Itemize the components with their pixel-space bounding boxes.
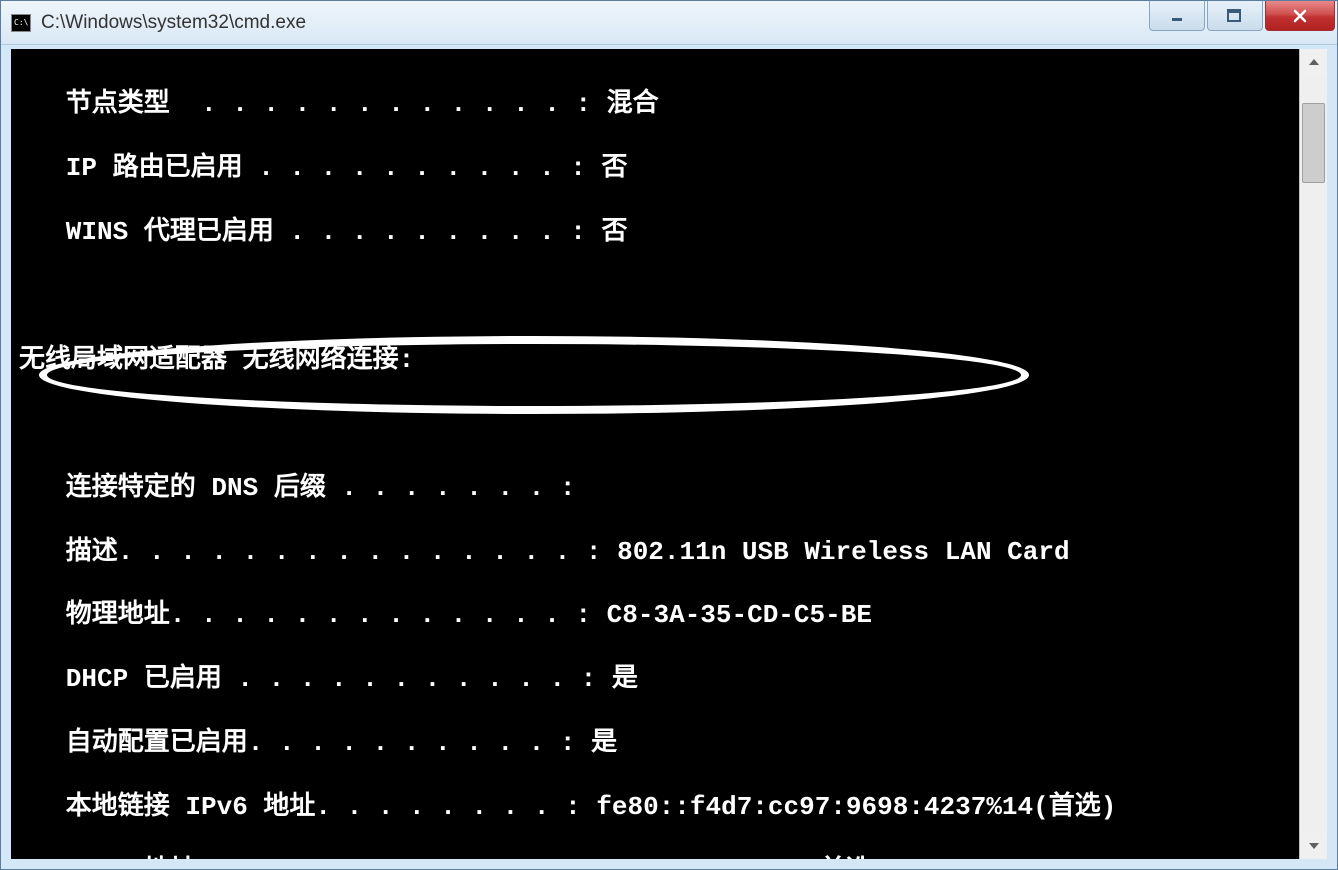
console-output[interactable]: 节点类型 . . . . . . . . . . . . : 混合 IP 路由已… [11,49,1299,859]
minimize-icon [1170,9,1184,23]
output-line [19,409,1295,441]
chevron-up-icon [1308,57,1320,67]
output-line: IPv4 地址 . . . . . . . . . . . . : 10.9.2… [19,856,1295,859]
scroll-track[interactable] [1300,75,1327,833]
close-button[interactable] [1265,1,1335,31]
titlebar[interactable]: C:\Windows\system32\cmd.exe [1,1,1337,45]
output-line: DHCP 已启用 . . . . . . . . . . . : 是 [19,664,1295,696]
output-line [19,281,1295,313]
scroll-down-button[interactable] [1300,833,1327,859]
adapter-header: 无线局域网适配器 无线网络连接: [19,345,1295,377]
output-line: WINS 代理已启用 . . . . . . . . . : 否 [19,217,1295,249]
scroll-thumb[interactable] [1302,103,1325,183]
console-area: 节点类型 . . . . . . . . . . . . : 混合 IP 路由已… [11,49,1327,859]
scroll-up-button[interactable] [1300,49,1327,75]
vertical-scrollbar[interactable] [1299,49,1327,859]
output-line: 连接特定的 DNS 后缀 . . . . . . . : [19,473,1295,505]
cmd-icon [11,14,31,32]
window-title: C:\Windows\system32\cmd.exe [41,12,306,34]
minimize-button[interactable] [1149,1,1205,31]
output-line: 描述. . . . . . . . . . . . . . . : 802.11… [19,537,1295,569]
window-controls [1149,1,1335,31]
output-line: 节点类型 . . . . . . . . . . . . : 混合 [19,89,1295,121]
maximize-icon [1227,9,1243,23]
cmd-window: C:\Windows\system32\cmd.exe 节点类型 . [0,0,1338,870]
maximize-button[interactable] [1207,1,1263,31]
close-icon [1292,9,1308,23]
output-line: 自动配置已启用. . . . . . . . . . : 是 [19,728,1295,760]
output-line-physical-addr: 物理地址. . . . . . . . . . . . . : C8-3A-35… [19,600,1295,632]
output-line: 本地链接 IPv6 地址. . . . . . . . : fe80::f4d7… [19,792,1295,824]
chevron-down-icon [1308,841,1320,851]
output-line: IP 路由已启用 . . . . . . . . . . : 否 [19,153,1295,185]
